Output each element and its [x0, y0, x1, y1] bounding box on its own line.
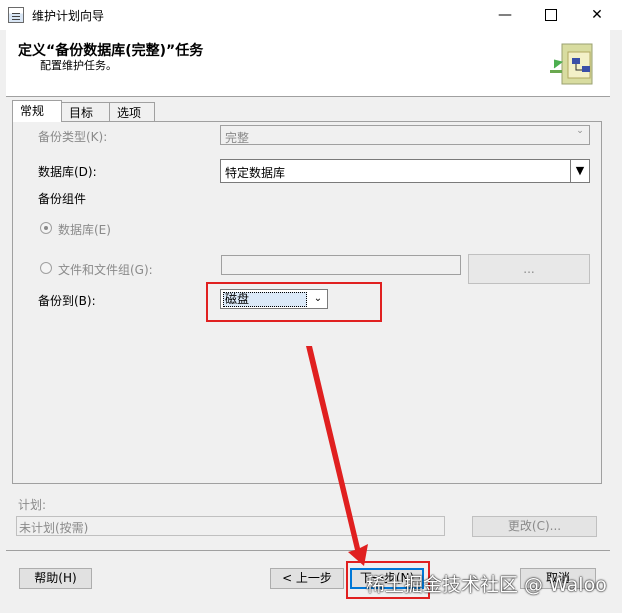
maximize-icon	[545, 9, 557, 21]
divider	[6, 550, 610, 551]
database-select[interactable]: 特定数据库 ▼	[220, 159, 590, 183]
back-button[interactable]: < 上一步	[270, 568, 344, 589]
dropdown-arrow-icon: ▼	[570, 160, 589, 182]
window-title: 维护计划向导	[32, 9, 105, 23]
tab-general[interactable]: 常规	[12, 100, 62, 122]
chevron-down-icon: ⌄	[576, 126, 584, 136]
backup-type-select[interactable]: 完整 ⌄	[220, 125, 590, 145]
minimize-icon: —	[498, 7, 512, 23]
close-icon: ✕	[591, 7, 603, 23]
change-schedule-button[interactable]: 更改(C)...	[472, 516, 597, 537]
radio-files-label: 文件和文件组(G):	[58, 263, 153, 277]
schedule-value: 未计划(按需)	[19, 521, 89, 535]
backup-to-label: 备份到(B):	[38, 294, 96, 308]
page-subtitle: 配置维护任务。	[40, 59, 117, 72]
maximize-button[interactable]	[528, 0, 574, 30]
wizard-banner-icon	[550, 43, 593, 85]
filegroup-input[interactable]	[221, 255, 461, 275]
tab-options[interactable]: 选项	[109, 102, 155, 122]
schedule-label: 计划:	[18, 498, 47, 512]
database-value: 特定数据库	[225, 166, 286, 180]
backup-component-label: 备份组件	[38, 192, 87, 206]
browse-button[interactable]: ...	[468, 254, 590, 284]
minimize-button[interactable]: —	[482, 0, 528, 30]
backup-type-value: 完整	[225, 131, 250, 145]
highlight-box-backup-to	[206, 282, 382, 322]
tab-target[interactable]: 目标	[61, 102, 110, 122]
schedule-field: 未计划(按需)	[16, 516, 445, 536]
close-button[interactable]: ✕	[574, 0, 620, 30]
watermark-text: 稀土掘金技术社区 @ Waloo	[366, 574, 607, 596]
database-label: 数据库(D):	[38, 165, 97, 179]
radio-files-filegroups[interactable]	[40, 262, 52, 274]
help-button[interactable]: 帮助(H)	[19, 568, 92, 589]
window-frame-right	[610, 30, 622, 613]
backup-type-label: 备份类型(K):	[38, 130, 108, 144]
radio-database[interactable]	[40, 222, 52, 234]
app-icon	[8, 7, 24, 23]
radio-database-label: 数据库(E)	[58, 223, 111, 237]
